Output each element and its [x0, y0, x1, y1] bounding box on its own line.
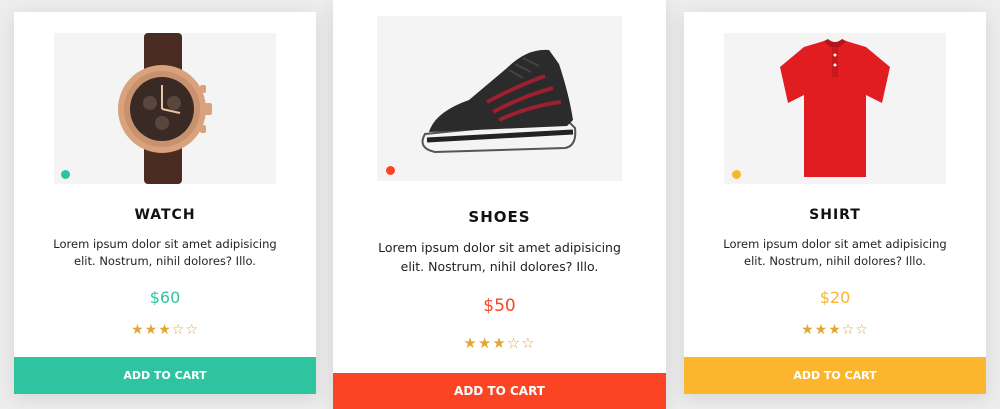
- product-image[interactable]: [377, 16, 622, 181]
- watch-icon: [118, 33, 212, 184]
- star-rating: ★★★☆☆: [801, 322, 869, 338]
- star-rating: ★★★☆☆: [463, 334, 536, 352]
- product-image[interactable]: [54, 33, 276, 184]
- product-card-watch: WATCH Lorem ipsum dolor sit amet adipisi…: [14, 12, 316, 394]
- product-card-shoes: SHOES Lorem ipsum dolor sit amet adipisi…: [333, 0, 666, 409]
- color-dot: [732, 170, 741, 179]
- description-line: Lorem ipsum dolor sit amet adipisicing: [53, 237, 277, 251]
- product-title: SHOES: [468, 208, 531, 226]
- product-title: WATCH: [134, 207, 196, 223]
- shoe-icon: [421, 49, 577, 154]
- description-line: Lorem ipsum dolor sit amet adipisicing: [378, 240, 621, 255]
- product-title: SHIRT: [809, 207, 861, 223]
- product-price: $60: [149, 288, 181, 307]
- star-rating: ★★★☆☆: [131, 322, 199, 338]
- product-price: $50: [483, 296, 516, 316]
- product-price: $20: [819, 288, 851, 307]
- shirt-icon: [780, 39, 890, 177]
- description-line: elit. Nostrum, nihil dolores? Illo.: [744, 254, 926, 268]
- description-line: Lorem ipsum dolor sit amet adipisicing: [723, 237, 947, 251]
- description-line: elit. Nostrum, nihil dolores? Illo.: [400, 259, 599, 274]
- product-image[interactable]: [724, 33, 946, 184]
- product-card-shirt: SHIRT Lorem ipsum dolor sit amet adipisi…: [684, 12, 986, 394]
- product-description: Lorem ipsum dolor sit amet adipisicing e…: [353, 238, 646, 276]
- color-dot: [386, 166, 395, 175]
- product-description: Lorem ipsum dolor sit amet adipisicing e…: [704, 236, 966, 270]
- add-to-cart-button[interactable]: ADD TO CART: [14, 357, 316, 394]
- color-dot: [61, 170, 70, 179]
- add-to-cart-button[interactable]: ADD TO CART: [684, 357, 986, 394]
- product-description: Lorem ipsum dolor sit amet adipisicing e…: [34, 236, 296, 270]
- add-to-cart-button[interactable]: ADD TO CART: [333, 373, 666, 409]
- description-line: elit. Nostrum, nihil dolores? Illo.: [74, 254, 256, 268]
